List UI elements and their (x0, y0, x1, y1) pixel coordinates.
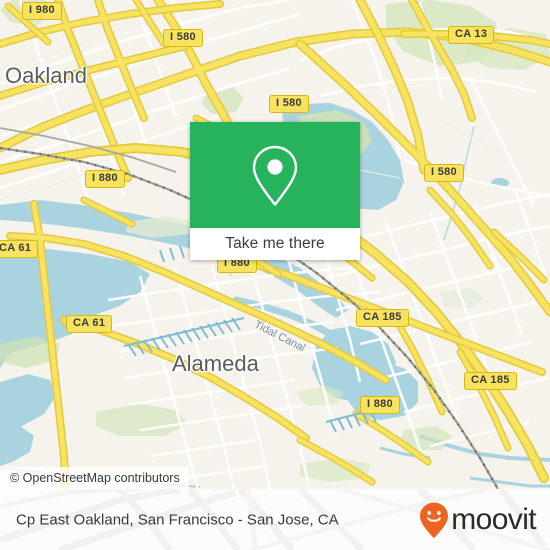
moovit-wordmark: moovit (451, 502, 536, 536)
card-icon-area (190, 122, 360, 228)
moovit-smiley-pin-icon (420, 502, 449, 538)
footer-bar: Cp East Oakland, San Francisco - San Jos… (0, 489, 550, 550)
moovit-logo[interactable]: moovit (419, 502, 537, 538)
take-me-there-card[interactable]: Take me there (190, 122, 360, 260)
highway-shield: I 580 (424, 164, 464, 182)
osm-attribution[interactable]: © OpenStreetMap contributors (0, 467, 189, 489)
highway-shield: CA 13 (448, 26, 495, 44)
place-label-alameda: Alameda (172, 351, 259, 376)
highway-shield: I 880 (85, 170, 125, 188)
highway-shield: I 980 (22, 2, 62, 20)
place-label-oakland: Oakland (5, 63, 87, 88)
highway-shield: I 880 (360, 396, 400, 414)
map-screenshot: I 980 I 580 CA 13 I 580 I 580 I 880 CA 6… (0, 0, 550, 550)
map-canvas[interactable]: I 980 I 580 CA 13 I 580 I 580 I 880 CA 6… (0, 0, 550, 489)
highway-shield: CA 61 (66, 315, 113, 333)
highway-shield: CA 61 (0, 240, 39, 258)
map-pin-icon (252, 145, 298, 206)
highway-shield: I 580 (163, 29, 203, 47)
highway-shield: CA 185 (464, 372, 517, 390)
take-me-there-button[interactable]: Take me there (190, 228, 360, 260)
highway-shield: CA 185 (356, 309, 409, 327)
highway-shield: I 580 (269, 95, 309, 113)
page-title: Cp East Oakland, San Francisco - San Jos… (16, 511, 339, 528)
